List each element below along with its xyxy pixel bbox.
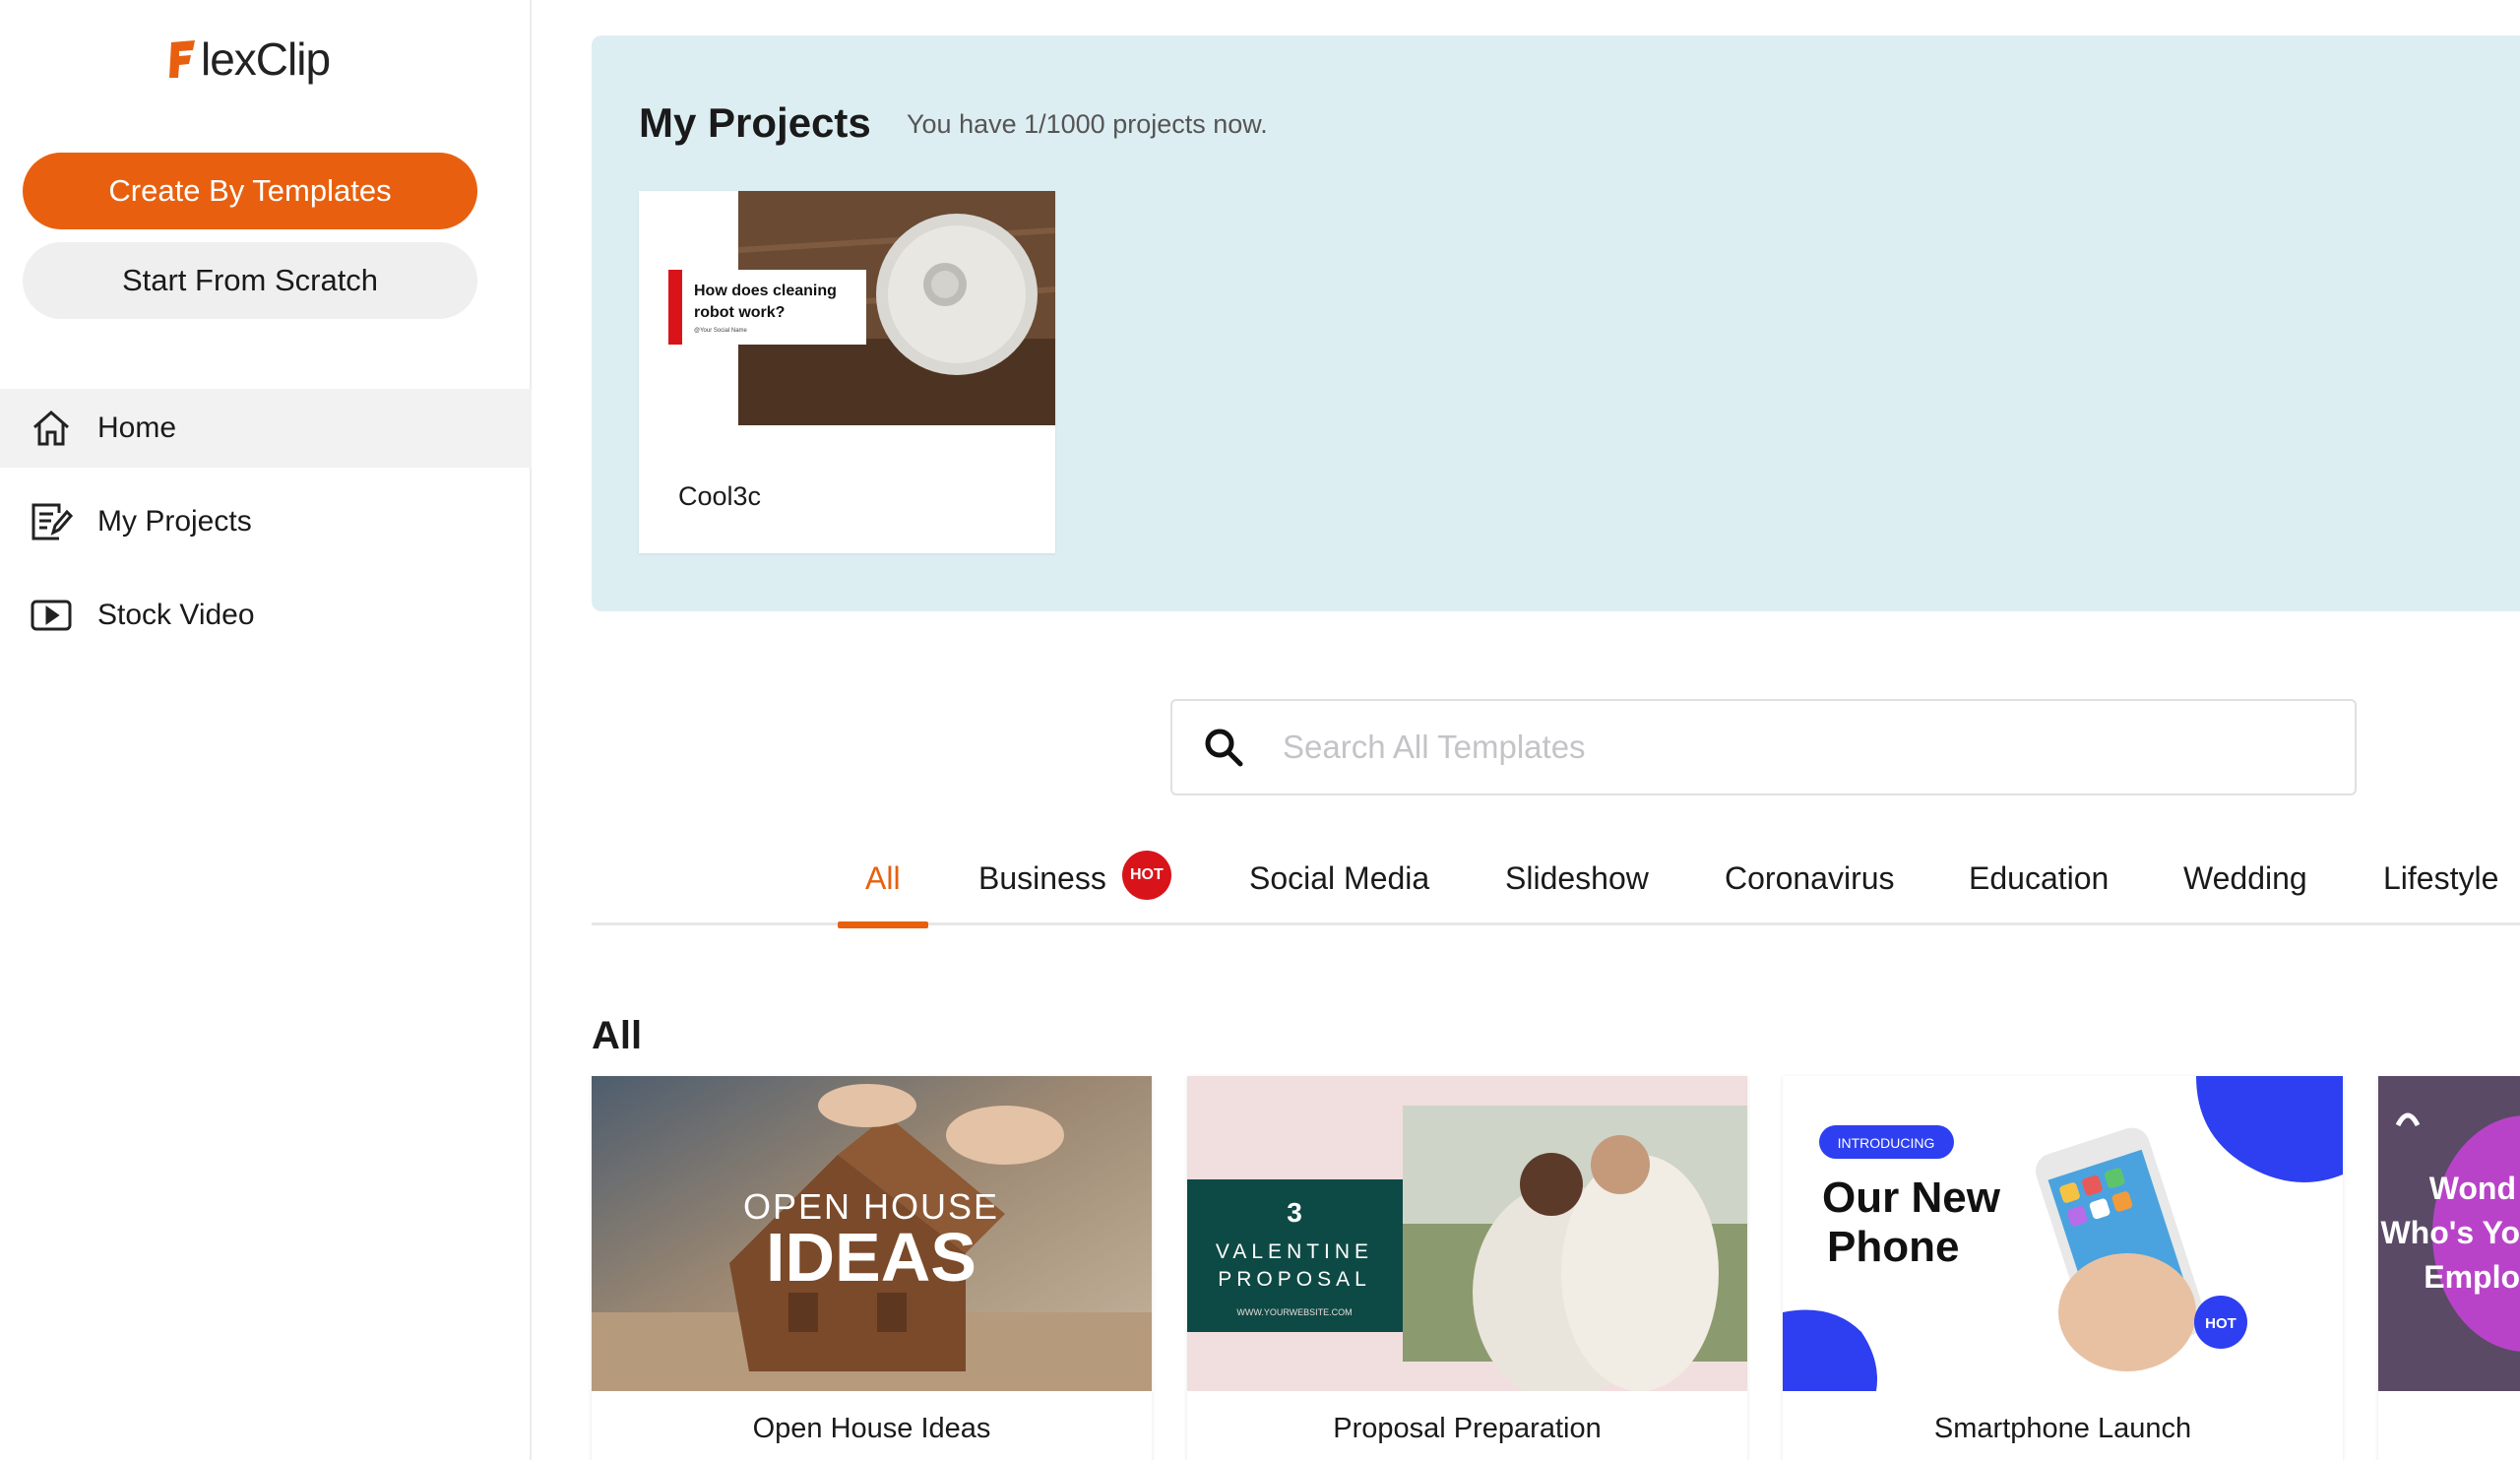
- tab-business[interactable]: Business HOT: [978, 851, 1171, 925]
- tab-label: Education: [1969, 860, 2110, 896]
- template-thumbnail: 3 VALENTINE PROPOSAL WWW.YOURWEBSITE.COM: [1187, 1076, 1747, 1391]
- thumb-phone-tag: INTRODUCING: [1838, 1135, 1935, 1151]
- sidebar-item-label: Stock Video: [97, 599, 255, 631]
- tab-label: Coronavirus: [1725, 860, 1895, 896]
- tab-coronavirus[interactable]: Coronavirus: [1725, 860, 1895, 925]
- template-thumbnail: INTRODUCING Our New Phone HOT: [1783, 1076, 2343, 1391]
- template-card-open-house[interactable]: OPEN HOUSE IDEAS Open House Ideas: [592, 1076, 1152, 1460]
- tab-education[interactable]: Education: [1969, 860, 2109, 925]
- thumb-employee-line2: Who's Yo: [2380, 1215, 2520, 1250]
- sidebar-item-label: Home: [97, 412, 177, 444]
- thumb-phone-line2: Phone: [1827, 1223, 1959, 1271]
- sidebar: lexClip Create By Templates Start From S…: [0, 0, 532, 1460]
- template-search-box[interactable]: [1170, 699, 2357, 795]
- tab-all[interactable]: All: [865, 860, 901, 925]
- project-thumb-line2: robot work?: [694, 304, 785, 321]
- tab-label: Slideshow: [1505, 860, 1649, 896]
- section-title: All: [592, 1014, 643, 1057]
- thumb-proposal-line3: PROPOSAL: [1218, 1268, 1371, 1291]
- tab-slideshow[interactable]: Slideshow: [1505, 860, 1649, 925]
- tab-label: All: [865, 860, 901, 896]
- project-card[interactable]: How does cleaning robot work? @Your Soci…: [639, 191, 1055, 553]
- sidebar-item-stock-video[interactable]: Stock Video: [0, 576, 532, 655]
- projects-count-text: You have 1/1000 projects now.: [907, 109, 1268, 139]
- tab-social-media[interactable]: Social Media: [1249, 860, 1429, 925]
- project-name: Cool3c: [678, 481, 762, 511]
- project-thumb-small: @Your Social Name: [694, 328, 748, 334]
- thumb-proposal-small: WWW.YOURWEBSITE.COM: [1236, 1307, 1352, 1317]
- thumb-employee-line1: Wond: [2429, 1171, 2516, 1206]
- template-card-smartphone[interactable]: INTRODUCING Our New Phone HOT Smartphone…: [1783, 1076, 2343, 1460]
- sidebar-nav: Home My Projects Stock Video: [0, 389, 532, 669]
- search-input[interactable]: [1283, 729, 2169, 766]
- thumb-phone-line1: Our New: [1822, 1174, 2001, 1222]
- tab-label: Business: [978, 860, 1106, 896]
- sidebar-item-my-projects[interactable]: My Projects: [0, 482, 532, 561]
- template-label: Open House Ideas: [752, 1413, 991, 1444]
- hot-badge: HOT: [1121, 851, 1171, 900]
- logo-f-icon: [165, 36, 199, 82]
- projects-title: My Projects: [639, 99, 871, 146]
- thumb-open-house-line2: IDEAS: [766, 1219, 976, 1296]
- play-box-icon: [30, 594, 73, 637]
- active-tab-indicator: [838, 921, 928, 928]
- home-icon: [30, 407, 73, 450]
- edit-list-icon: [30, 500, 73, 543]
- category-tabs: All Business HOT Social Media Slideshow …: [592, 847, 2520, 925]
- tab-lifestyle[interactable]: Lifestyle: [2383, 860, 2498, 925]
- create-by-templates-button[interactable]: Create By Templates: [23, 153, 477, 229]
- tab-wedding[interactable]: Wedding: [2183, 860, 2307, 925]
- tab-label: Social Media: [1249, 860, 1430, 896]
- template-label: Proposal Preparation: [1333, 1413, 1602, 1444]
- logo-text: lexClip: [201, 33, 331, 85]
- thumb-proposal-line2: VALENTINE: [1216, 1240, 1373, 1263]
- template-card-employee[interactable]: Wond Who's Yo Emplo: [2378, 1076, 2520, 1460]
- thumb-employee-line3: Emplo: [2424, 1259, 2520, 1295]
- thumb-phone-badge: HOT: [2205, 1315, 2236, 1332]
- tab-label: Lifestyle: [2383, 860, 2499, 896]
- template-thumbnail: OPEN HOUSE IDEAS: [592, 1076, 1152, 1391]
- template-label: Smartphone Launch: [1933, 1413, 2192, 1444]
- start-from-scratch-button[interactable]: Start From Scratch: [23, 242, 477, 319]
- flexclip-logo[interactable]: lexClip: [165, 30, 331, 89]
- template-thumbnail: Wond Who's Yo Emplo: [2378, 1076, 2520, 1391]
- project-thumbnail: How does cleaning robot work? @Your Soci…: [639, 191, 1055, 425]
- project-thumb-line1: How does cleaning: [694, 283, 837, 299]
- template-card-proposal[interactable]: 3 VALENTINE PROPOSAL WWW.YOURWEBSITE.COM…: [1187, 1076, 1747, 1460]
- my-projects-panel: My Projects You have 1/1000 projects now…: [592, 35, 2520, 611]
- tab-label: Wedding: [2183, 860, 2307, 896]
- search-icon: [1200, 724, 1247, 771]
- thumb-proposal-line1: 3: [1287, 1197, 1302, 1228]
- sidebar-item-home[interactable]: Home: [0, 389, 532, 468]
- sidebar-item-label: My Projects: [97, 505, 252, 538]
